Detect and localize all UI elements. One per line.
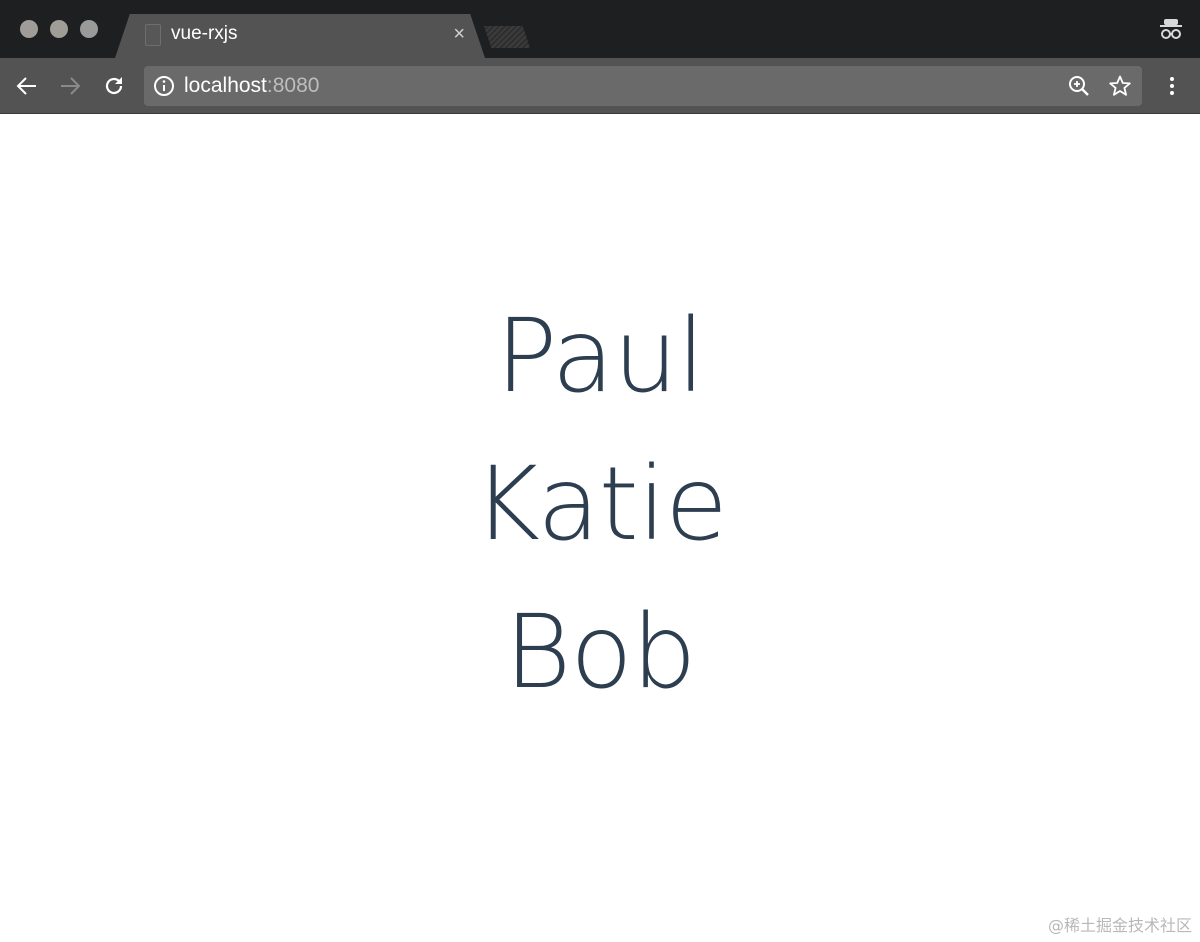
arrow-right-icon [61, 77, 81, 95]
list-item: Paul [495, 297, 705, 416]
new-tab-button[interactable] [484, 26, 530, 48]
file-icon [145, 24, 161, 46]
star-icon[interactable] [1108, 74, 1132, 98]
reload-icon [105, 77, 123, 95]
tab-title: vue-rxjs [171, 23, 238, 44]
page-content: Paul Katie Bob @稀土掘金技术社区 [0, 115, 1200, 942]
more-vertical-icon[interactable] [1160, 74, 1184, 98]
url-port: :8080 [266, 74, 320, 97]
info-icon[interactable] [153, 75, 175, 97]
list-item: Bob [504, 593, 697, 712]
tab-vue-rxjs[interactable]: vue-rxjs × [115, 14, 485, 58]
incognito-icon [1160, 19, 1182, 39]
address-bar[interactable]: localhost:8080 [144, 66, 1142, 106]
forward-button[interactable] [56, 72, 84, 100]
watermark: @稀土掘金技术社区 [1047, 916, 1192, 935]
url-text[interactable]: localhost:8080 [184, 74, 319, 98]
url-host: localhost [184, 74, 267, 97]
name-list: Paul Katie Bob [0, 283, 1200, 727]
browser-toolbar: localhost:8080 [0, 58, 1200, 114]
back-button[interactable] [13, 72, 41, 100]
reload-button[interactable] [100, 72, 128, 100]
arrow-left-icon [16, 77, 36, 95]
maximize-window-button[interactable] [80, 20, 98, 38]
minimize-window-button[interactable] [50, 20, 68, 38]
zoom-in-icon[interactable] [1068, 75, 1090, 97]
browser-titlebar: vue-rxjs × [0, 0, 1200, 58]
list-item: Katie [473, 445, 728, 564]
close-window-button[interactable] [20, 20, 38, 38]
tab-close-button[interactable]: × [453, 23, 465, 45]
